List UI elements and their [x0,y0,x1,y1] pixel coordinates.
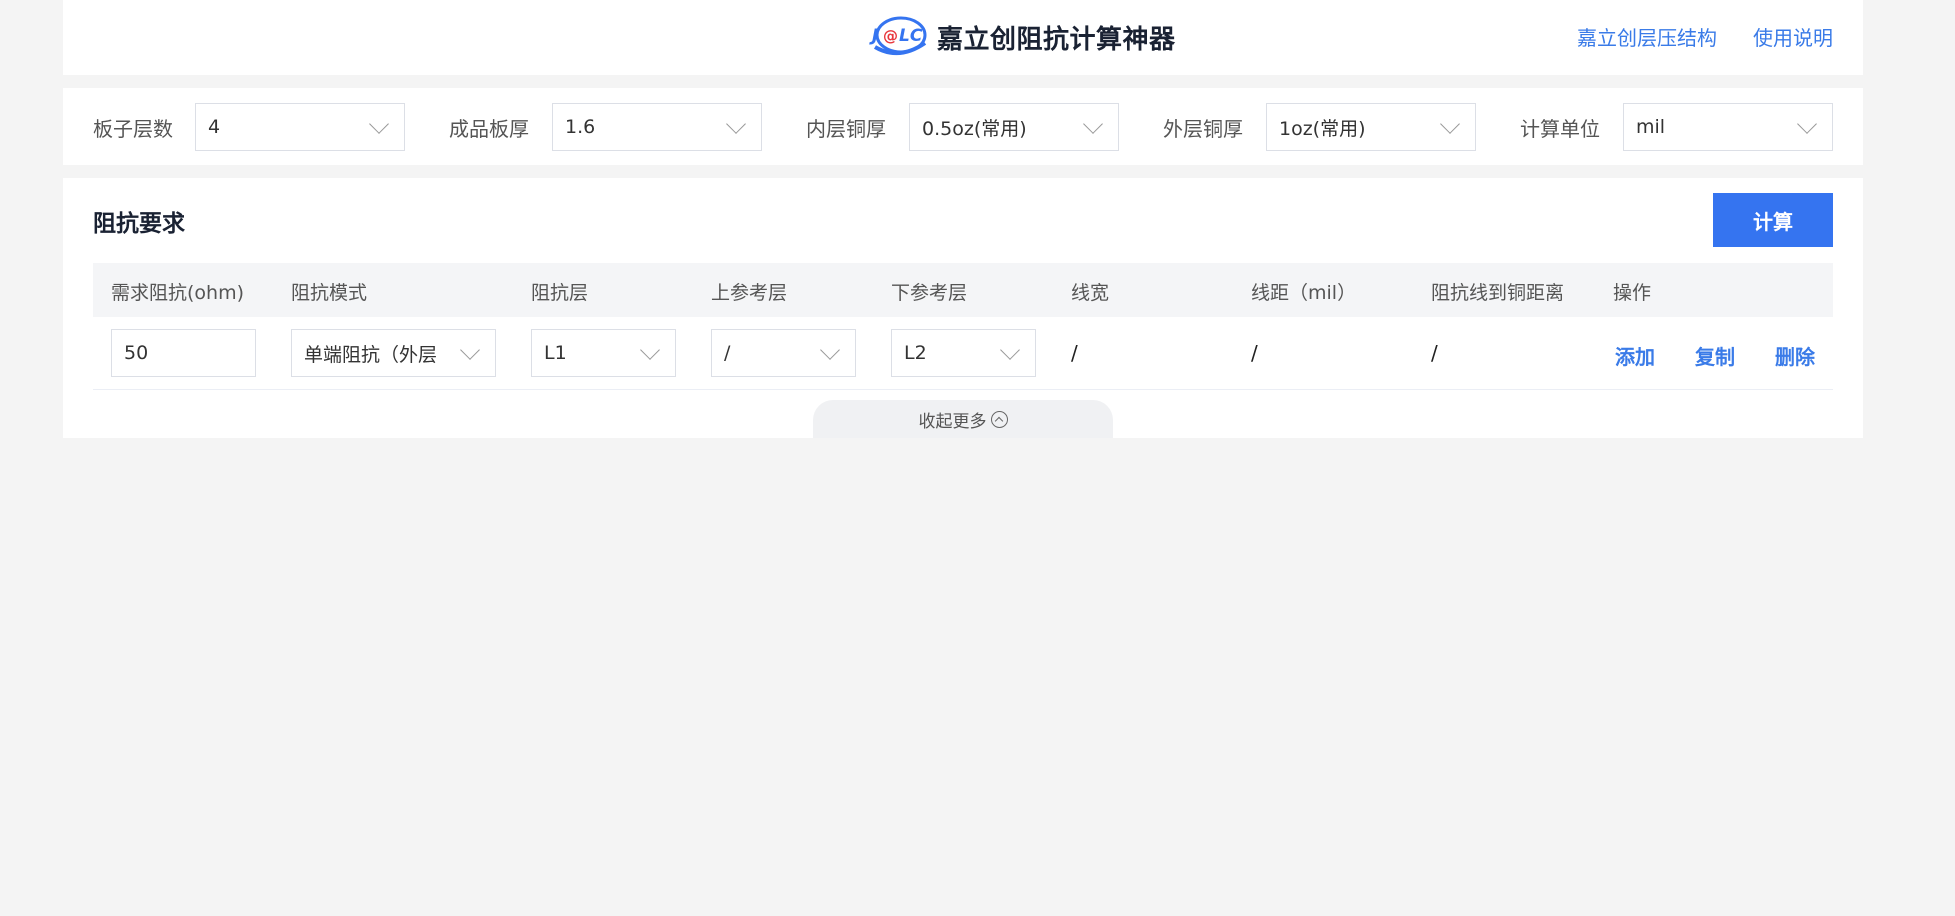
chevron-down-icon [1000,340,1020,360]
board-thickness-setting: 成品板厚 [449,103,529,151]
unit-select[interactable]: mil [1623,103,1833,151]
line-spacing-value: / [1251,341,1258,365]
unit-label: 计算单位 [1520,116,1600,141]
chevron-down-icon [460,340,480,360]
jlc-logo-icon: J @ LC [869,16,927,55]
col-upper-ref: 上参考层 [711,282,788,304]
col-line-width: 线宽 [1071,282,1110,304]
board-settings: 板子层数 4 成品板厚 1.6 内层铜厚 0.5oz(常用) 外层铜厚 1oz(… [63,88,1863,165]
svg-text:J: J [869,26,878,46]
chevron-up-circle-icon [990,410,1008,428]
col-actions: 操作 [1613,282,1652,304]
outer-copper-label: 外层铜厚 [1163,116,1243,141]
outer-copper-select[interactable]: 1oz(常用) [1266,103,1476,151]
chevron-down-icon [1083,114,1103,134]
app-title: 嘉立创阻抗计算神器 [937,24,1176,55]
header-links: 嘉立创层压结构 使用说明 [1577,22,1833,51]
board-thickness-label: 成品板厚 [449,116,529,141]
lower-ref-select[interactable]: L2 [891,329,1036,377]
add-button[interactable]: 添加 [1615,341,1655,370]
layer-count-label: 板子层数 [93,116,173,141]
board-thickness-select[interactable]: 1.6 [552,103,762,151]
chevron-down-icon [820,340,840,360]
line-width-value: / [1071,341,1078,365]
top-header: J @ LC 嘉立创阻抗计算神器 嘉立创层压结构 使用说明 [63,0,1863,75]
impedance-input[interactable] [111,329,256,377]
inner-copper-label: 内层铜厚 [806,116,886,141]
help-link[interactable]: 使用说明 [1753,22,1833,51]
calculate-button[interactable]: 计算 [1713,193,1833,247]
stackup-link[interactable]: 嘉立创层压结构 [1577,22,1717,51]
unit-setting: 计算单位 [1520,103,1600,151]
brand[interactable]: J @ LC 嘉立创阻抗计算神器 [869,14,1176,60]
layer-select[interactable]: L1 [531,329,676,377]
chevron-down-icon [726,114,746,134]
col-layer: 阻抗层 [531,282,589,304]
chevron-down-icon [1440,114,1460,134]
collapse-label: 收起更多 [918,411,987,432]
copper-distance-value: / [1431,341,1438,365]
table-row: 单端阻抗（外层 L1 / L2 / / / 添加 复制 删除 [93,317,1833,390]
outer-copper-setting: 外层铜厚 [1163,103,1243,151]
mode-select[interactable]: 单端阻抗（外层 [291,329,496,377]
layer-count-select[interactable]: 4 [195,103,405,151]
chevron-down-icon [1797,114,1817,134]
delete-button[interactable]: 删除 [1775,341,1815,370]
impedance-panel: 阻抗要求 计算 需求阻抗(ohm) 阻抗模式 阻抗层 上参考层 下参考层 线宽 … [63,178,1863,438]
chevron-down-icon [369,114,389,134]
layer-count-setting: 板子层数 [93,103,173,151]
inner-copper-setting: 内层铜厚 [806,103,886,151]
svg-text:@: @ [883,27,898,45]
col-lower-ref: 下参考层 [891,282,968,304]
col-mode: 阻抗模式 [291,282,368,304]
svg-text:LC: LC [899,26,923,46]
collapse-toggle[interactable]: 收起更多 [813,400,1113,438]
col-line-spacing: 线距（mil） [1251,282,1357,304]
table-header: 需求阻抗(ohm) 阻抗模式 阻抗层 上参考层 下参考层 线宽 线距（mil） … [93,263,1833,317]
copy-button[interactable]: 复制 [1695,341,1735,370]
col-copper-distance: 阻抗线到铜距离 [1431,282,1565,304]
chevron-down-icon [640,340,660,360]
col-impedance: 需求阻抗(ohm) [111,282,245,304]
upper-ref-select[interactable]: / [711,329,856,377]
inner-copper-select[interactable]: 0.5oz(常用) [909,103,1119,151]
panel-title: 阻抗要求 [93,211,185,237]
